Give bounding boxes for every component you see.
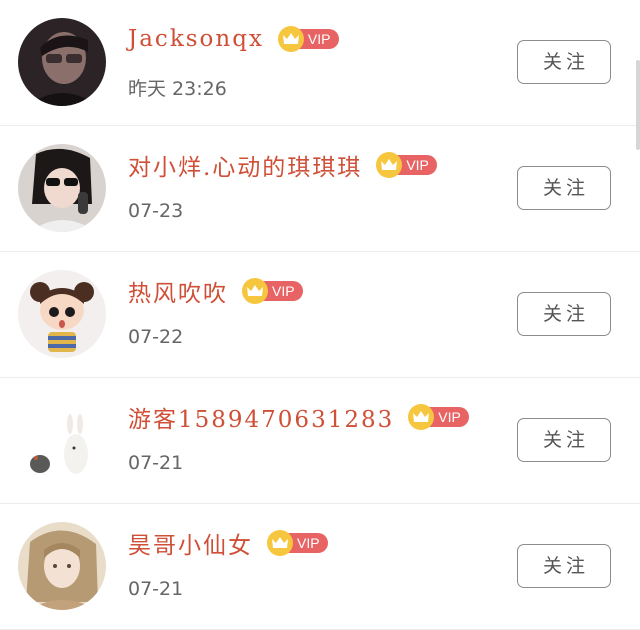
avatar[interactable] (18, 144, 106, 232)
nickname[interactable]: 热风吹吹 (128, 274, 228, 308)
nickname[interactable]: Jacksonqx (128, 26, 264, 52)
avatar[interactable] (18, 522, 106, 610)
scrollbar[interactable] (636, 60, 640, 150)
follow-button[interactable]: 关注 (517, 418, 611, 462)
crown-icon (267, 530, 293, 556)
follower-list: Jacksonqx VIP 昨天 23:26 关注 对小烊.心动的琪琪琪 VIP… (0, 0, 640, 630)
follow-date: 07-22 (128, 326, 184, 348)
list-item[interactable]: 游客1589470631283 VIP 07-21 关注 (0, 378, 640, 504)
avatar[interactable] (18, 396, 106, 484)
name-line: 游客1589470631283 VIP (128, 400, 469, 434)
list-item[interactable]: 对小烊.心动的琪琪琪 VIP 07-23 关注 (0, 126, 640, 252)
follow-button[interactable]: 关注 (517, 544, 611, 588)
vip-badge: VIP (376, 152, 437, 178)
follow-button[interactable]: 关注 (517, 166, 611, 210)
nickname[interactable]: 对小烊.心动的琪琪琪 (128, 148, 362, 182)
follow-button[interactable]: 关注 (517, 292, 611, 336)
list-item[interactable]: 热风吹吹 VIP 07-22 关注 (0, 252, 640, 378)
vip-badge: VIP (277, 26, 339, 52)
list-item[interactable]: 昊哥小仙女 VIP 07-21 关注 (0, 504, 640, 630)
avatar[interactable] (18, 18, 106, 106)
follow-date: 昨天 23:26 (128, 78, 227, 100)
follow-button[interactable]: 关注 (517, 40, 611, 84)
follow-date: 07-21 (128, 452, 184, 474)
vip-badge: VIP (267, 530, 328, 556)
name-line: 对小烊.心动的琪琪琪 VIP (128, 148, 437, 182)
vip-badge: VIP (242, 278, 303, 304)
name-line: 热风吹吹 VIP (128, 274, 303, 308)
nickname[interactable]: 游客1589470631283 (128, 400, 394, 434)
crown-icon (242, 278, 268, 304)
name-line: 昊哥小仙女 VIP (128, 526, 328, 560)
nickname[interactable]: 昊哥小仙女 (128, 526, 253, 560)
crown-icon (277, 26, 304, 52)
list-item[interactable]: Jacksonqx VIP 昨天 23:26 关注 (0, 0, 640, 126)
avatar[interactable] (18, 270, 106, 358)
name-line: Jacksonqx VIP (128, 24, 339, 54)
vip-badge: VIP (408, 404, 469, 430)
follow-date: 07-21 (128, 578, 184, 600)
follow-date: 07-23 (128, 200, 184, 222)
